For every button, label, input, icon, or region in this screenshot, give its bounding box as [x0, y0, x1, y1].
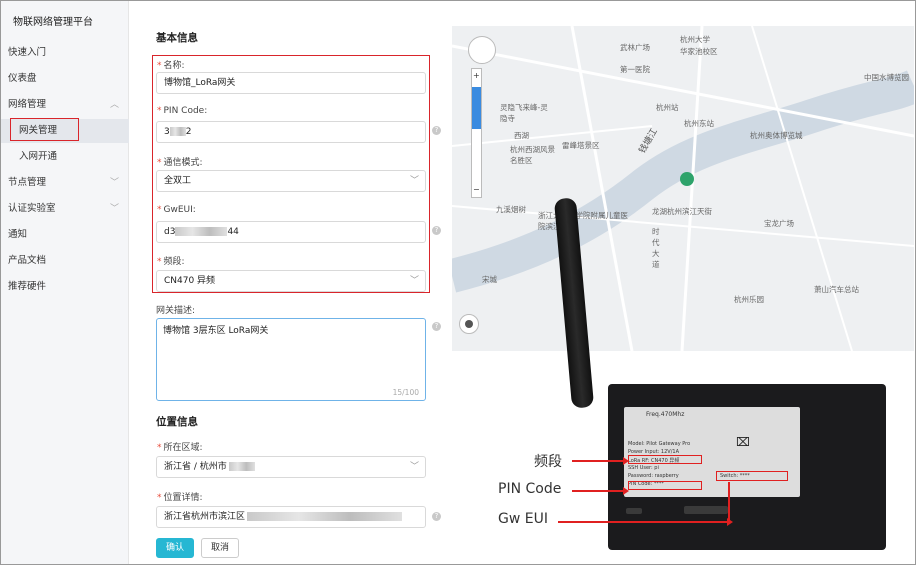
- desc-textarea[interactable]: 博物馆 3层东区 LoRa网关 15/100: [156, 318, 426, 401]
- mode-select[interactable]: 全双工 ﹀: [156, 170, 426, 192]
- sidebar-item-label: 通知: [8, 229, 28, 240]
- map-label: 第一医院: [620, 65, 650, 74]
- map-label: 灵隐飞来峰-灵隐寺: [500, 103, 548, 123]
- region-label: * 所在区域:: [157, 443, 203, 453]
- chevron-up-icon: ︿: [109, 100, 119, 110]
- cancel-button[interactable]: 取消: [201, 538, 239, 558]
- redacted-mask: [228, 462, 255, 471]
- char-counter: 15/100: [392, 388, 419, 397]
- arrow-icon: [572, 487, 629, 495]
- desc-label: 网关描述:: [156, 306, 196, 316]
- sidebar-item-nodes[interactable]: 节点管理 ﹀: [1, 171, 129, 195]
- confirm-button[interactable]: 确认: [156, 538, 194, 558]
- sidebar-item-label: 入网开通: [19, 151, 58, 162]
- help-icon[interactable]: ?: [432, 126, 441, 135]
- recycle-bin-icon: ⌧: [736, 435, 750, 449]
- chevron-down-icon: ﹀: [109, 204, 119, 214]
- arrow-icon: [572, 457, 629, 465]
- map-label: 杭州西湖风景名胜区: [510, 145, 555, 165]
- callout-gweui: Gw EUI: [498, 511, 548, 527]
- sidebar-item-label: 网络管理: [8, 99, 47, 110]
- redacted-mask: [175, 227, 228, 236]
- callout-pin: PIN Code: [498, 481, 562, 497]
- chevron-down-icon: ﹀: [109, 178, 119, 188]
- map-label: 西湖: [514, 131, 529, 140]
- map-label: 武林广场: [620, 43, 650, 52]
- map-label: 杭州东站: [684, 119, 714, 128]
- sidebar-item-label: 认证实验室: [8, 203, 56, 214]
- zoom-in-icon[interactable]: +: [473, 71, 480, 80]
- usb-port-icon: [626, 508, 642, 514]
- name-label: * 名称:: [157, 61, 185, 71]
- map-label: 中国水博览园: [864, 73, 909, 82]
- redacted-mask: [247, 512, 403, 521]
- address-label: * 位置详情:: [157, 493, 203, 503]
- map-label: 杭州大学: [680, 35, 710, 44]
- callout-band: 频段: [534, 454, 562, 470]
- chevron-down-icon: ﹀: [409, 176, 419, 186]
- map[interactable]: 武林广场 杭州大学 华家池校区 第一医院 杭州站 灵隐飞来峰-灵隐寺 西湖 杭州…: [452, 26, 914, 351]
- map-label: 浙江大学医学院附属儿童医院滨江院区: [538, 211, 628, 231]
- sidebar-item-dashboard[interactable]: 仪表盘: [1, 67, 129, 91]
- gweui-label: * GwEUI:: [157, 205, 196, 215]
- arrow-line-vertical: [728, 482, 730, 522]
- help-icon[interactable]: ?: [432, 322, 441, 331]
- poi-marker-icon[interactable]: [680, 172, 694, 186]
- zoom-slider[interactable]: + −: [471, 68, 482, 198]
- highlight-band: [628, 455, 702, 464]
- sidebar-item-label: 快速入门: [8, 47, 47, 58]
- pin-input[interactable]: 32: [156, 121, 426, 143]
- map-label: 宋城: [482, 275, 497, 284]
- band-select[interactable]: CN470 异频 ﹀: [156, 270, 426, 292]
- sidebar-item-network[interactable]: 网络管理 ︿: [1, 93, 129, 117]
- help-icon[interactable]: ?: [432, 226, 441, 235]
- app-title: 物联网络管理平台: [13, 17, 93, 28]
- map-label: 宝龙广场: [764, 219, 794, 228]
- sidebar-item-label: 产品文档: [8, 255, 47, 266]
- map-label: 杭州乐园: [734, 295, 764, 304]
- map-label: 龙湖杭州滨江天街: [652, 207, 712, 216]
- chevron-down-icon: ﹀: [409, 276, 419, 286]
- sidebar-item-label: 仪表盘: [8, 73, 37, 84]
- band-label: * 频段:: [157, 257, 185, 267]
- sidebar-item-label: 推荐硬件: [8, 281, 47, 292]
- sidebar: 物联网络管理平台 快速入门 仪表盘 网络管理 ︿ 网关管理 入网开通 节点管理 ﹀ …: [1, 1, 129, 564]
- redacted-mask: [169, 127, 186, 136]
- sidebar-item-lab[interactable]: 认证实验室 ﹀: [1, 197, 129, 221]
- address-input[interactable]: 浙江省杭州市滨江区: [156, 506, 426, 528]
- help-icon[interactable]: ?: [432, 512, 441, 521]
- map-roads: [452, 26, 914, 351]
- sidebar-item-quickstart[interactable]: 快速入门: [1, 41, 129, 65]
- hdmi-port-icon: [684, 506, 728, 514]
- pin-label: * PIN Code:: [157, 106, 208, 116]
- locate-icon[interactable]: [459, 314, 479, 334]
- highlight-pin: [628, 481, 702, 490]
- sidebar-item-label: 节点管理: [8, 177, 47, 188]
- arrow-icon: [558, 518, 733, 526]
- pan-control[interactable]: [468, 36, 496, 64]
- highlight-gweui: [716, 471, 788, 481]
- region-select[interactable]: 浙江省 / 杭州市 ﹀: [156, 456, 426, 478]
- zoom-fill: [472, 87, 481, 129]
- section-title-basic: 基本信息: [156, 32, 198, 44]
- chevron-down-icon: ﹀: [409, 462, 419, 472]
- mode-label: * 通信模式:: [157, 158, 203, 168]
- map-label: 杭州站: [656, 103, 679, 112]
- gweui-input[interactable]: d3 44: [156, 221, 426, 243]
- sidebar-item-notify[interactable]: 通知: [1, 223, 129, 247]
- sidebar-item-join[interactable]: 入网开通: [1, 145, 129, 169]
- section-title-location: 位置信息: [156, 416, 198, 428]
- map-label: 时代大道: [652, 227, 660, 269]
- map-label: 华家池校区: [680, 47, 718, 56]
- map-label: 雷峰塔景区: [562, 141, 600, 150]
- highlight-box-gateway: [10, 118, 79, 141]
- map-label: 杭州奥体博览城: [750, 131, 803, 140]
- map-label: 萧山汽车总站: [814, 285, 859, 294]
- sidebar-item-docs[interactable]: 产品文档: [1, 249, 129, 273]
- zoom-out-icon[interactable]: −: [473, 185, 480, 194]
- sidebar-item-hardware[interactable]: 推荐硬件: [1, 275, 129, 299]
- name-input[interactable]: 博物馆_LoRa网关: [156, 72, 426, 94]
- map-label: 九溪烟树: [496, 205, 526, 214]
